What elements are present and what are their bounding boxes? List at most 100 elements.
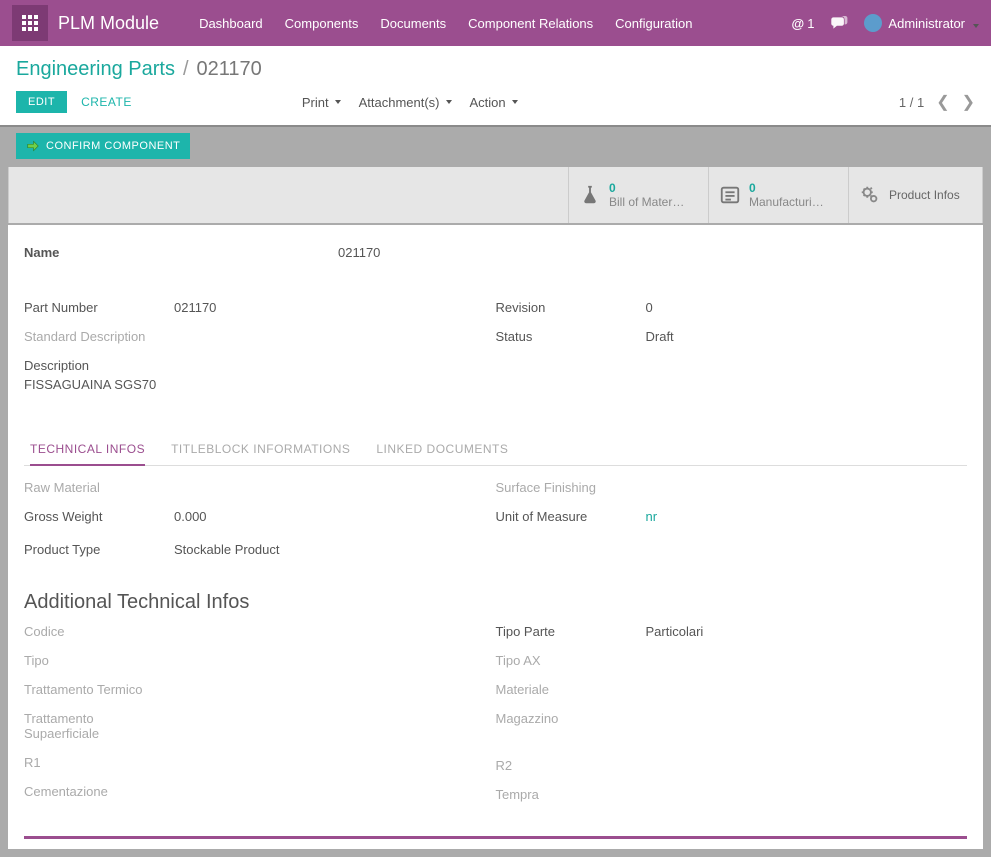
label-tipo: Tipo (24, 653, 174, 668)
label-tratt-superficiale: Trattamento Supaerficiale (24, 711, 144, 741)
label-tratt-termico: Trattamento Termico (24, 682, 174, 697)
value-description: FISSAGUAINA SGS70 (24, 377, 156, 392)
apps-icon (22, 15, 38, 31)
sidebar-actions: Print Attachment(s) Action (302, 95, 518, 110)
value-uom[interactable]: nr (646, 509, 658, 524)
value-part-number: 021170 (174, 300, 216, 315)
stat-prodinfo-label: Product Infos (889, 188, 960, 202)
edit-button[interactable]: EDIT (16, 91, 67, 113)
label-name: Name (24, 245, 338, 260)
pager-value[interactable]: 1 / 1 (899, 95, 924, 110)
chat-icon (830, 16, 848, 30)
user-menu[interactable]: Administrator (864, 14, 979, 32)
label-tipo-parte: Tipo Parte (496, 624, 646, 639)
field-revision: Revision 0 (496, 300, 968, 315)
field-uom: Unit of Measure nr (496, 509, 968, 524)
mail-indicator[interactable]: @ 1 (792, 16, 815, 31)
pager-prev[interactable]: ❮ (936, 92, 949, 112)
stat-bom-button[interactable]: 0 Bill of Mater… (568, 167, 708, 223)
menu-dashboard[interactable]: Dashboard (199, 16, 263, 31)
label-r2: R2 (496, 758, 646, 773)
field-description-label: Description (24, 358, 496, 373)
value-product-type: Stockable Product (174, 542, 280, 557)
confirm-component-button[interactable]: CONFIRM COMPONENT (16, 133, 190, 159)
control-panel: EDIT CREATE Print Attachment(s) Action 1… (0, 87, 991, 125)
label-codice: Codice (24, 624, 174, 639)
label-tipo-ax: Tipo AX (496, 653, 646, 668)
stat-mfg-label: Manufacturi… (749, 195, 824, 209)
stat-bom-label: Bill of Mater… (609, 195, 684, 209)
label-uom: Unit of Measure (496, 509, 646, 524)
notebook-tabs: TECHNICAL INFOS TITLEBLOCK INFORMATIONS … (24, 436, 967, 466)
confirm-label: CONFIRM COMPONENT (46, 140, 180, 152)
label-cementazione: Cementazione (24, 784, 174, 799)
value-revision: 0 (646, 300, 653, 315)
label-product-type: Product Type (24, 542, 174, 557)
stat-buttons: 0 Bill of Mater… 0 Manufacturi… Product … (8, 167, 983, 223)
main-menu: Dashboard Components Documents Component… (199, 16, 791, 31)
mail-count: 1 (807, 16, 814, 31)
breadcrumb: Engineering Parts / 021170 (0, 46, 991, 87)
attachments-dropdown[interactable]: Attachment(s) (359, 95, 452, 110)
label-tempra: Tempra (496, 787, 646, 802)
field-part-number: Part Number 021170 (24, 300, 496, 315)
field-status: Status Draft (496, 329, 968, 344)
menu-components[interactable]: Components (285, 16, 359, 31)
label-materiale: Materiale (496, 682, 646, 697)
field-name-row: Name 021170 (24, 245, 967, 260)
field-surface-finishing: Surface Finishing (496, 480, 968, 495)
section-divider (24, 836, 967, 839)
top-navbar: PLM Module Dashboard Components Document… (0, 0, 991, 46)
label-std-description: Standard Description (24, 329, 174, 344)
breadcrumb-current: 021170 (197, 58, 262, 81)
label-magazzino: Magazzino (496, 711, 646, 726)
list-icon (719, 184, 741, 206)
value-gross-weight: 0.000 (174, 509, 207, 524)
create-button[interactable]: CREATE (81, 95, 132, 109)
menu-configuration[interactable]: Configuration (615, 16, 692, 31)
apps-launcher-button[interactable] (12, 5, 48, 41)
tab-technical-infos[interactable]: TECHNICAL INFOS (30, 436, 145, 466)
pager: 1 / 1 ❮ ❯ (899, 92, 975, 112)
pager-next[interactable]: ❯ (962, 92, 975, 112)
navbar-right: @ 1 Administrator (792, 14, 980, 32)
label-gross-weight: Gross Weight (24, 509, 174, 524)
stat-manufacturing-button[interactable]: 0 Manufacturi… (708, 167, 848, 223)
value-tipo-parte: Particolari (646, 624, 704, 639)
label-r1: R1 (24, 755, 174, 770)
breadcrumb-parent[interactable]: Engineering Parts (16, 58, 175, 81)
menu-documents[interactable]: Documents (380, 16, 446, 31)
action-dropdown[interactable]: Action (470, 95, 518, 110)
value-status: Draft (646, 329, 674, 344)
tab-linked-documents[interactable]: LINKED DOCUMENTS (376, 436, 508, 465)
label-raw-material: Raw Material (24, 480, 174, 495)
status-bar: CONFIRM COMPONENT (0, 125, 991, 167)
user-name: Administrator (888, 16, 965, 31)
field-gross-weight: Gross Weight 0.000 (24, 509, 496, 524)
field-product-type: Product Type Stockable Product (24, 542, 496, 557)
gears-icon (859, 184, 881, 206)
discuss-button[interactable] (830, 16, 848, 30)
label-revision: Revision (496, 300, 646, 315)
stat-bom-count: 0 (609, 181, 684, 195)
avatar (864, 14, 882, 32)
menu-component-relations[interactable]: Component Relations (468, 16, 593, 31)
arrow-right-icon (26, 139, 40, 153)
stat-mfg-count: 0 (749, 181, 824, 195)
stat-row-outer: 0 Bill of Mater… 0 Manufacturi… Product … (0, 167, 991, 225)
chevron-down-icon (971, 16, 979, 31)
breadcrumb-separator: / (183, 58, 189, 81)
value-name: 021170 (338, 245, 380, 260)
label-surface-finishing: Surface Finishing (496, 480, 646, 495)
stat-product-infos-button[interactable]: Product Infos (848, 167, 982, 223)
tab-titleblock-informations[interactable]: TITLEBLOCK INFORMATIONS (171, 436, 350, 465)
at-icon: @ (792, 16, 805, 31)
field-tipo-parte: Tipo Parte Particolari (496, 624, 968, 639)
print-dropdown[interactable]: Print (302, 95, 341, 110)
app-brand[interactable]: PLM Module (58, 13, 159, 34)
form-sheet: Name 021170 Part Number 021170 Standard … (8, 225, 983, 849)
field-description-value: FISSAGUAINA SGS70 (24, 377, 496, 392)
field-std-description: Standard Description (24, 329, 496, 344)
section-additional-technical-infos: Additional Technical Infos (24, 591, 967, 614)
label-part-number: Part Number (24, 300, 174, 315)
